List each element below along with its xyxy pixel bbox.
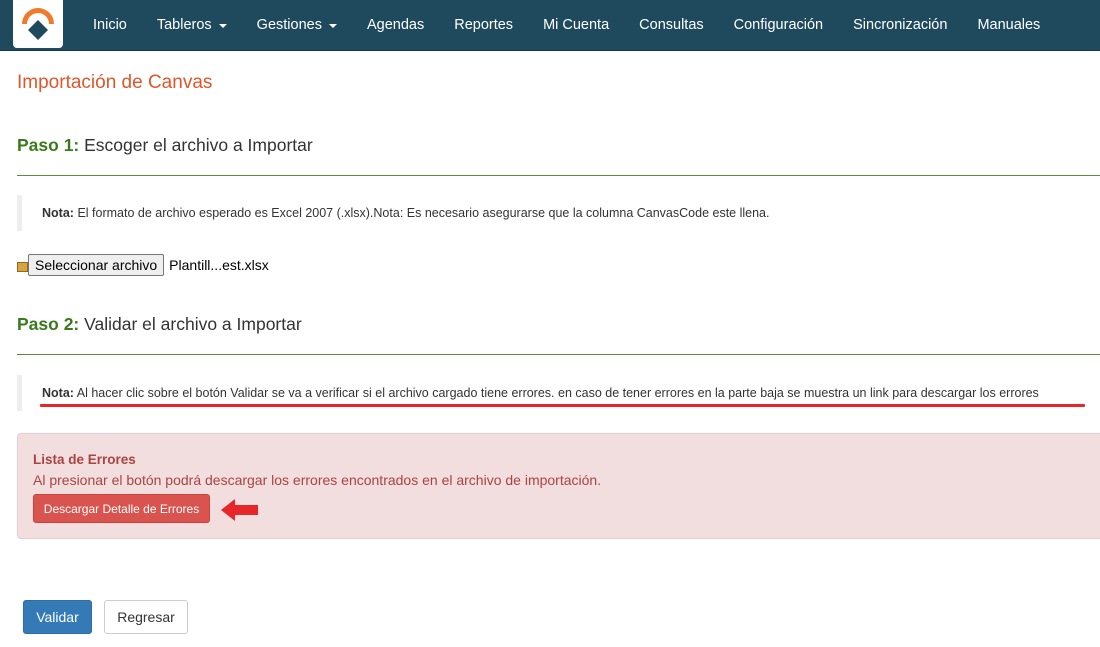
validate-button[interactable]: Validar — [23, 600, 92, 634]
choose-file-button[interactable]: Seleccionar archivo — [28, 254, 165, 276]
nav-item-sincronizacion[interactable]: Sincronización — [838, 0, 962, 50]
step1-heading: Paso 1: Escoger el archivo a Importar — [17, 135, 313, 156]
nav-item-inicio[interactable]: Inicio — [78, 0, 142, 50]
page-title: Importación de Canvas — [17, 72, 213, 93]
nav-item-configuracion[interactable]: Configuración — [719, 0, 838, 50]
nav-item-agendas[interactable]: Agendas — [352, 0, 439, 50]
annotation-underline — [40, 404, 1085, 407]
nav-item-manuales[interactable]: Manuales — [962, 0, 1055, 50]
step2-heading: Paso 2: Validar el archivo a Importar — [17, 314, 302, 335]
app-logo[interactable] — [13, 0, 63, 48]
step2-note-text: Al hacer clic sobre el botón Validar se … — [76, 386, 1039, 400]
step1-divider — [17, 175, 1100, 176]
step1-text: Escoger el archivo a Importar — [84, 135, 313, 155]
nav-item-mi-cuenta[interactable]: Mi Cuenta — [528, 0, 624, 50]
error-list-title: Lista de Errores — [33, 452, 136, 467]
step2-note-label: Nota: — [42, 386, 74, 400]
step2-label: Paso 2: — [17, 314, 80, 334]
nav-item-gestiones[interactable]: Gestiones — [242, 0, 352, 50]
nav-item-tableros[interactable]: Tableros — [142, 0, 242, 50]
step2-text: Validar el archivo a Importar — [84, 314, 302, 334]
caret-down-icon — [218, 24, 227, 28]
error-list-panel: Lista de Errores Al presionar el botón p… — [17, 433, 1100, 539]
file-icon — [17, 261, 28, 272]
logo-icon — [22, 8, 54, 40]
download-errors-button[interactable]: Descargar Detalle de Errores — [33, 494, 210, 523]
error-list-description: Al presionar el botón podrá descargar lo… — [33, 472, 602, 488]
top-navbar: Inicio Tableros Gestiones Agendas Report… — [0, 0, 1100, 51]
nav-item-reportes[interactable]: Reportes — [439, 0, 528, 50]
step1-note: Nota: El formato de archivo esperado es … — [17, 195, 1100, 231]
nav-menu: Inicio Tableros Gestiones Agendas Report… — [78, 0, 1055, 50]
file-input[interactable]: Seleccionar archivo Plantill...est.xlsx — [17, 254, 269, 276]
step1-note-text: El formato de archivo esperado es Excel … — [77, 206, 770, 220]
step1-label: Paso 1: — [17, 135, 80, 155]
back-button[interactable]: Regresar — [104, 600, 188, 634]
step1-note-label: Nota: — [42, 206, 74, 220]
caret-down-icon — [328, 24, 337, 28]
selected-file-name: Plantill...est.xlsx — [169, 257, 269, 273]
annotation-arrow-icon — [221, 499, 258, 521]
step2-divider — [17, 354, 1100, 355]
nav-item-consultas[interactable]: Consultas — [624, 0, 718, 50]
